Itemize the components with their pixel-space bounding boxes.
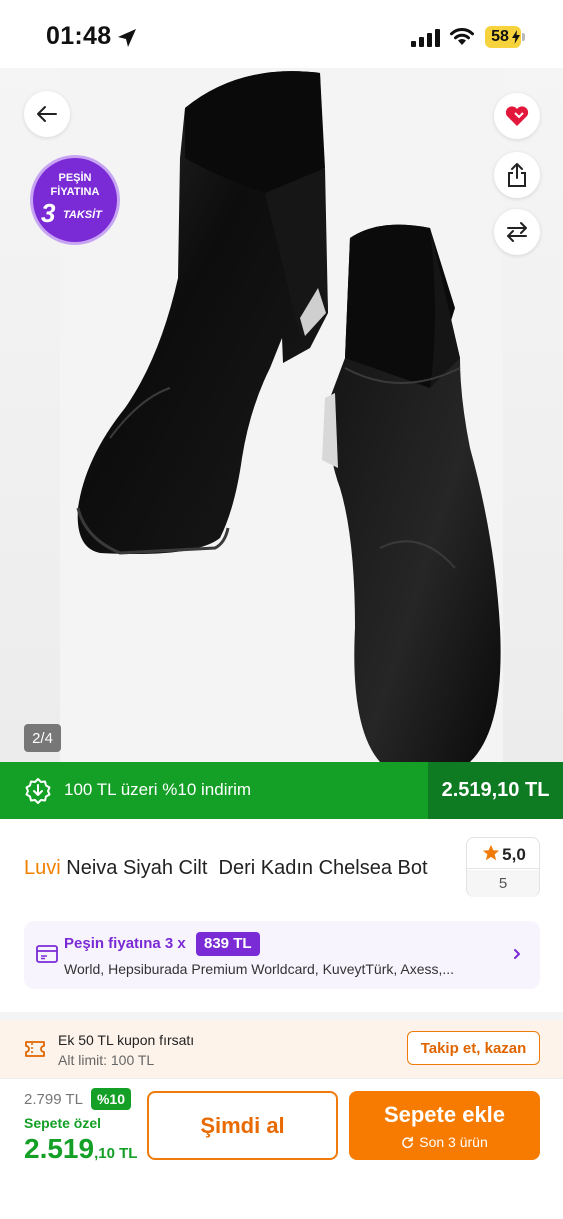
installment-title: Peşin fiyatına 3 x bbox=[64, 935, 186, 952]
compare-button[interactable] bbox=[494, 209, 540, 255]
image-page-counter: 2/4 bbox=[24, 724, 61, 752]
promo-info: 100 TL üzeri %10 indirim bbox=[0, 762, 428, 819]
chevron-right-icon bbox=[514, 949, 520, 959]
coupon-subtitle: Alt limit: 100 TL bbox=[58, 1052, 155, 1068]
final-price: 2.519,10 TL bbox=[24, 1133, 137, 1165]
battery-icon: 58 bbox=[485, 26, 525, 48]
basket-special-label: Sepete özel bbox=[24, 1115, 102, 1131]
final-price-main: 2.519 bbox=[24, 1133, 95, 1164]
product-name: Neiva Siyah Cilt Deri Kadın Chelsea Bot bbox=[66, 857, 428, 879]
installment-card[interactable]: Peşin fiyatına 3 x 839 TL World, Hepsibu… bbox=[24, 921, 540, 989]
badge-line-2: FİYATINA bbox=[50, 186, 100, 198]
heart-icon bbox=[505, 106, 529, 126]
ticket-icon bbox=[25, 1041, 45, 1057]
purchase-bar: 2.799 TL %10 Sepete özel 2.519,10 TL Şim… bbox=[0, 1078, 563, 1219]
share-icon bbox=[508, 163, 526, 187]
coupon-title: Ek 50 TL kupon fırsatı bbox=[58, 1032, 195, 1048]
discount-icon bbox=[25, 778, 51, 804]
installment-amount: 839 TL bbox=[196, 932, 260, 956]
promo-text: 100 TL üzeri %10 indirim bbox=[64, 780, 252, 799]
badge-number: 3 bbox=[41, 198, 56, 228]
wifi-icon bbox=[450, 28, 474, 45]
stock-note-text: Son 3 ürün bbox=[419, 1134, 488, 1150]
refresh-icon bbox=[402, 1136, 414, 1149]
follow-and-win-button[interactable]: Takip et, kazan bbox=[407, 1031, 540, 1065]
section-divider bbox=[0, 1012, 563, 1020]
share-button[interactable] bbox=[494, 152, 540, 198]
star-icon bbox=[483, 844, 500, 861]
final-price-decimal: ,10 TL bbox=[94, 1145, 138, 1162]
badge-line-1: PEŞİN bbox=[58, 172, 92, 184]
rating-value: 5,0 bbox=[502, 845, 526, 864]
discount-promo-bar[interactable]: 100 TL üzeri %10 indirim 2.519,10 TL bbox=[0, 762, 563, 819]
back-button[interactable] bbox=[24, 91, 70, 137]
review-count: 5 bbox=[467, 870, 539, 897]
buy-now-button[interactable]: Şimdi al bbox=[147, 1091, 338, 1160]
location-arrow-icon bbox=[118, 29, 136, 47]
signal-icon bbox=[411, 29, 440, 47]
status-bar: 01:48 58 bbox=[0, 0, 563, 68]
promo-price: 2.519,10 TL bbox=[428, 762, 563, 819]
coupon-strip: Ek 50 TL kupon fırsatı Alt limit: 100 TL… bbox=[0, 1020, 563, 1078]
discount-badge: %10 bbox=[91, 1088, 131, 1110]
add-to-cart-label: Sepete ekle bbox=[383, 1102, 506, 1127]
badge-line-3: TAKSİT bbox=[63, 209, 102, 221]
favorite-button[interactable] bbox=[494, 93, 540, 139]
card-icon bbox=[36, 945, 58, 963]
back-arrow-icon bbox=[37, 106, 57, 122]
old-price: 2.799 TL bbox=[24, 1091, 83, 1108]
add-to-cart-button[interactable]: Sepete ekle Son 3 ürün bbox=[349, 1091, 540, 1160]
installment-badge: PEŞİN FİYATINA 3 TAKSİT bbox=[33, 158, 117, 242]
product-title: Luvi Neiva Siyah Cilt Deri Kadın Chelsea… bbox=[24, 855, 454, 881]
battery-level: 58 bbox=[491, 28, 509, 45]
product-image-gallery[interactable]: PEŞİN FİYATINA 3 TAKSİT 2/4 bbox=[0, 68, 563, 762]
stock-note: Son 3 ürün bbox=[349, 1134, 540, 1150]
installment-banks: World, Hepsiburada Premium Worldcard, Ku… bbox=[64, 961, 455, 977]
brand-link[interactable]: Luvi bbox=[24, 857, 61, 879]
compare-icon bbox=[507, 222, 527, 242]
status-time: 01:48 bbox=[46, 22, 112, 50]
rating-box[interactable]: 5,0 5 bbox=[466, 837, 540, 897]
